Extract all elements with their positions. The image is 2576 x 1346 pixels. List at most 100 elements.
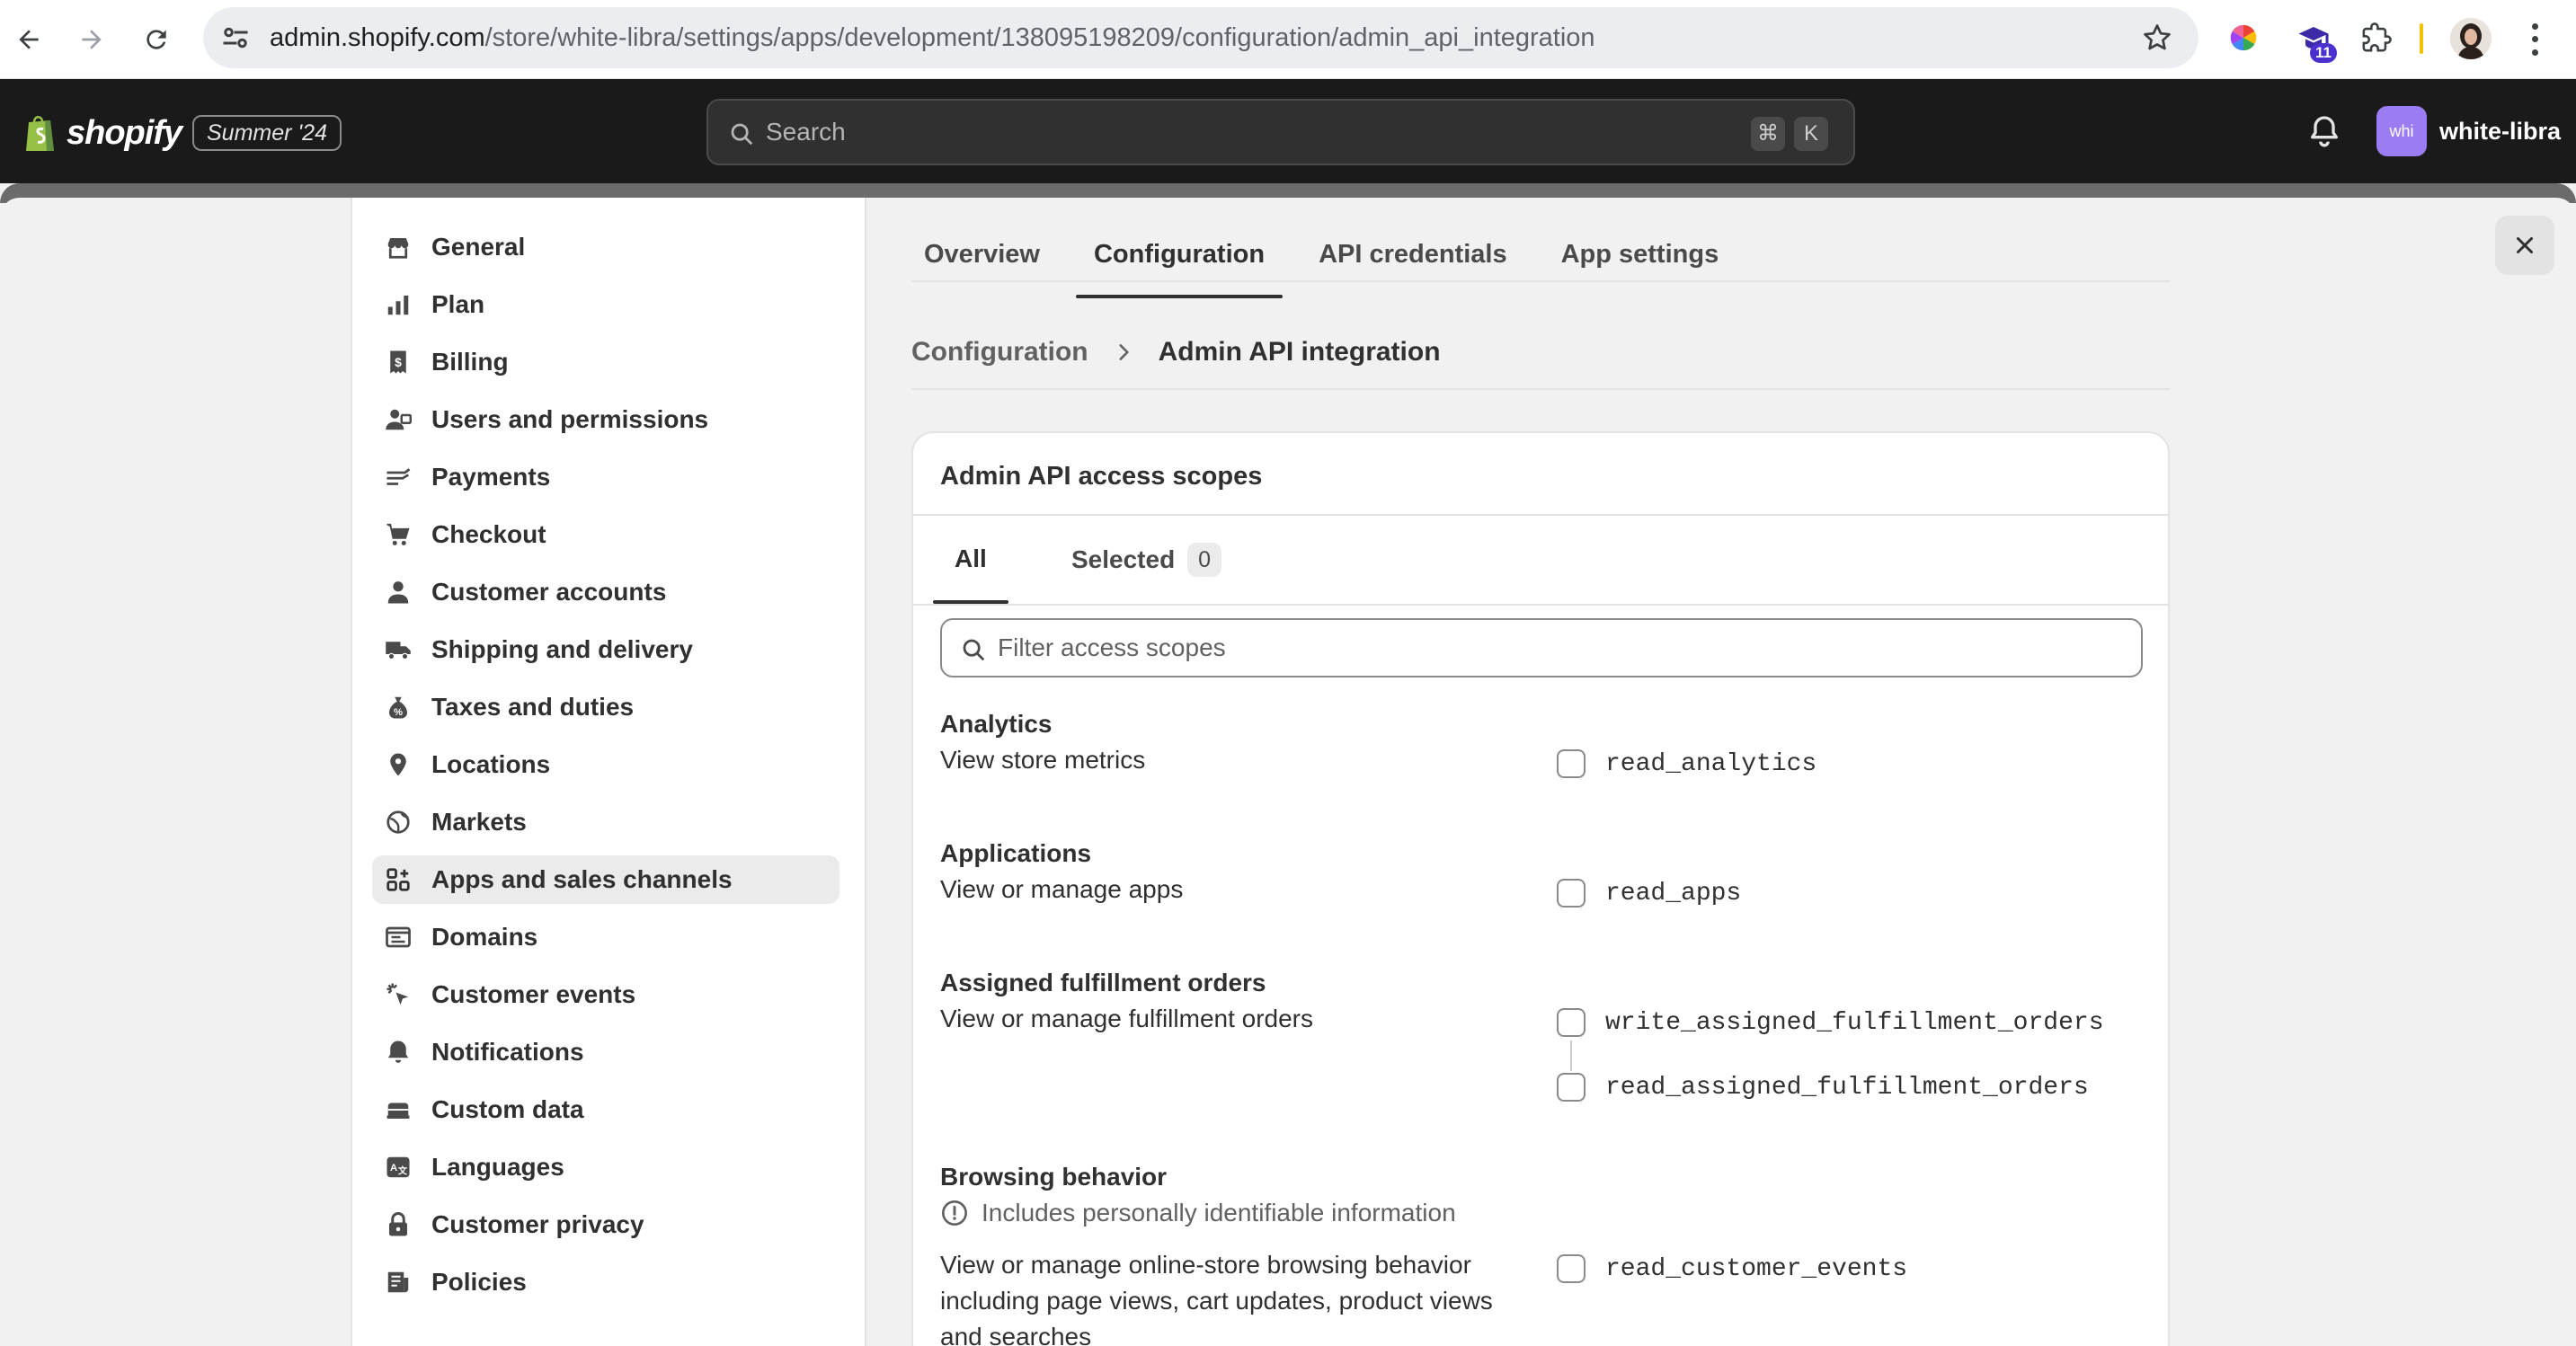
forward-button[interactable] <box>68 16 115 63</box>
scope-row-read-apps[interactable]: read_apps <box>1557 879 1741 908</box>
sidebar-item-users[interactable]: Users and permissions <box>372 395 839 444</box>
sidebar-item-customer-privacy[interactable]: Customer privacy <box>372 1200 839 1249</box>
url-path: /store/white-libra/settings/apps/develop… <box>484 23 1595 52</box>
site-settings-icon[interactable] <box>219 22 252 54</box>
sidebar-item-label: Domains <box>431 923 538 951</box>
store-name[interactable]: white-libra <box>2439 106 2561 156</box>
chevron-right-icon <box>1119 344 1129 360</box>
sidebar-item-general[interactable]: General <box>372 223 839 271</box>
back-button[interactable] <box>5 16 52 63</box>
close-modal-button[interactable] <box>2495 216 2554 275</box>
tab-app-settings[interactable]: App settings <box>1543 216 1737 298</box>
breadcrumb-configuration-link[interactable]: Configuration <box>911 337 1088 367</box>
color-wheel-icon <box>2230 24 2257 51</box>
color-extension-button[interactable] <box>2222 16 2265 59</box>
access-scopes-card: Admin API access scopes All Selected 0 A… <box>911 431 2170 1346</box>
global-search[interactable]: Search ⌘ K <box>706 99 1855 165</box>
card-tabs-divider <box>913 604 2168 606</box>
bell-icon <box>383 1037 413 1067</box>
url-host: admin.shopify.com <box>270 23 485 52</box>
scope-row-read-analytics[interactable]: read_analytics <box>1557 749 1817 778</box>
breadcrumb: Configuration Admin API integration <box>911 314 1441 390</box>
location-icon <box>383 749 413 780</box>
search-icon <box>731 123 753 146</box>
cart-icon <box>383 519 413 550</box>
extension-badge: 11 <box>2310 43 2337 63</box>
sidebar-item-taxes[interactable]: % Taxes and duties <box>372 683 839 731</box>
search-icon <box>963 639 985 661</box>
sidebar-item-label: Users and permissions <box>431 405 709 433</box>
tab-selected-scopes[interactable]: Selected 0 <box>1050 516 1243 604</box>
tab-api-credentials[interactable]: API credentials <box>1301 216 1525 298</box>
filter-scopes-input[interactable] <box>998 620 2121 676</box>
tabs-divider <box>911 280 2170 282</box>
sidebar-item-domains[interactable]: Domains <box>372 913 839 961</box>
scope-row-read-assigned-fulfillment[interactable]: read_assigned_fulfillment_orders <box>1557 1073 2089 1102</box>
policy-icon <box>383 1267 413 1297</box>
database-icon <box>383 1094 413 1125</box>
scope-connector-line <box>1570 1040 1572 1071</box>
notifications-bell-icon[interactable] <box>2306 113 2342 149</box>
sidebar-item-billing[interactable]: $ Billing <box>372 338 839 386</box>
sidebar-item-apps[interactable]: Apps and sales channels <box>372 855 839 904</box>
sidebar-item-checkout[interactable]: Checkout <box>372 510 839 559</box>
checkbox-read-customer-events[interactable] <box>1557 1254 1586 1283</box>
truck-icon <box>383 634 413 665</box>
app-tabs: Overview Configuration API credentials A… <box>906 216 1754 298</box>
lock-icon <box>383 1209 413 1240</box>
checkbox-read-analytics[interactable] <box>1557 749 1586 778</box>
sidebar-item-markets[interactable]: Markets <box>372 798 839 846</box>
shopify-topbar: shopify Summer '24 Search ⌘ K whi white-… <box>0 79 2576 183</box>
browser-menu-button[interactable] <box>2522 20 2547 59</box>
address-bar[interactable]: admin.shopify.com/store/white-libra/sett… <box>203 7 2198 68</box>
scope-row-read-customer-events[interactable]: read_customer_events <box>1557 1254 1907 1283</box>
svg-text:A: A <box>390 1163 397 1173</box>
apps-icon <box>383 864 413 895</box>
section-desc-applications: View or manage apps <box>940 875 1184 903</box>
sidebar-item-customer-events[interactable]: Customer events <box>372 970 839 1019</box>
tab-overview[interactable]: Overview <box>906 216 1058 298</box>
sidebar-item-label: Plan <box>431 290 485 318</box>
edition-badge[interactable]: Summer '24 <box>192 115 342 151</box>
checkbox-read-assigned-fulfillment-orders[interactable] <box>1557 1073 1586 1102</box>
tab-configuration[interactable]: Configuration <box>1075 216 1284 298</box>
sidebar-item-plan[interactable]: Plan <box>372 280 839 329</box>
scope-label: write_assigned_fulfillment_orders <box>1605 1008 2104 1037</box>
plan-icon <box>383 289 413 320</box>
profile-avatar[interactable] <box>2450 18 2492 59</box>
section-title-assigned-fulfillment: Assigned fulfillment orders <box>940 969 1266 996</box>
sidebar-item-locations[interactable]: Locations <box>372 740 839 789</box>
extensions-button[interactable] <box>2355 16 2398 59</box>
person-icon <box>383 577 413 607</box>
sidebar-item-label: Billing <box>431 348 509 376</box>
store-avatar[interactable]: whi <box>2376 106 2427 156</box>
checkbox-read-apps[interactable] <box>1557 879 1586 908</box>
breadcrumb-divider <box>911 388 2170 390</box>
svg-text:%: % <box>394 707 403 718</box>
bookmark-star-icon[interactable] <box>2141 22 2173 54</box>
reload-icon <box>147 30 166 49</box>
sidebar-item-label: Apps and sales channels <box>431 865 733 893</box>
puzzle-icon <box>2362 22 2392 52</box>
sidebar-item-payments[interactable]: Payments <box>372 453 839 501</box>
sidebar-item-label: Customer events <box>431 980 636 1008</box>
reload-button[interactable] <box>133 16 180 63</box>
shopify-logo[interactable]: shopify <box>23 113 182 153</box>
sidebar-item-policies[interactable]: Policies <box>372 1258 839 1306</box>
checkbox-write-assigned-fulfillment-orders[interactable] <box>1557 1008 1586 1037</box>
sidebar-item-shipping[interactable]: Shipping and delivery <box>372 625 839 674</box>
grad-cap-extension-button[interactable]: 11 <box>2292 16 2337 63</box>
sidebar-item-notifications[interactable]: Notifications <box>372 1028 839 1076</box>
billing-icon: $ <box>383 347 413 377</box>
pii-notice: Includes personally identifiable informa… <box>940 1199 1456 1227</box>
tab-all-scopes[interactable]: All <box>933 516 1008 604</box>
sidebar-item-customer-accounts[interactable]: Customer accounts <box>372 568 839 616</box>
sidebar-item-languages[interactable]: A文 Languages <box>372 1143 839 1191</box>
section-title-applications: Applications <box>940 839 1092 867</box>
profile-photo-icon <box>2450 18 2492 59</box>
filter-field[interactable] <box>940 618 2143 677</box>
shortcut-cmd-key: ⌘ <box>1751 117 1785 151</box>
sidebar-item-label: Policies <box>431 1268 527 1296</box>
sidebar-item-custom-data[interactable]: Custom data <box>372 1085 839 1134</box>
scope-row-write-assigned-fulfillment[interactable]: write_assigned_fulfillment_orders <box>1557 1008 2104 1037</box>
